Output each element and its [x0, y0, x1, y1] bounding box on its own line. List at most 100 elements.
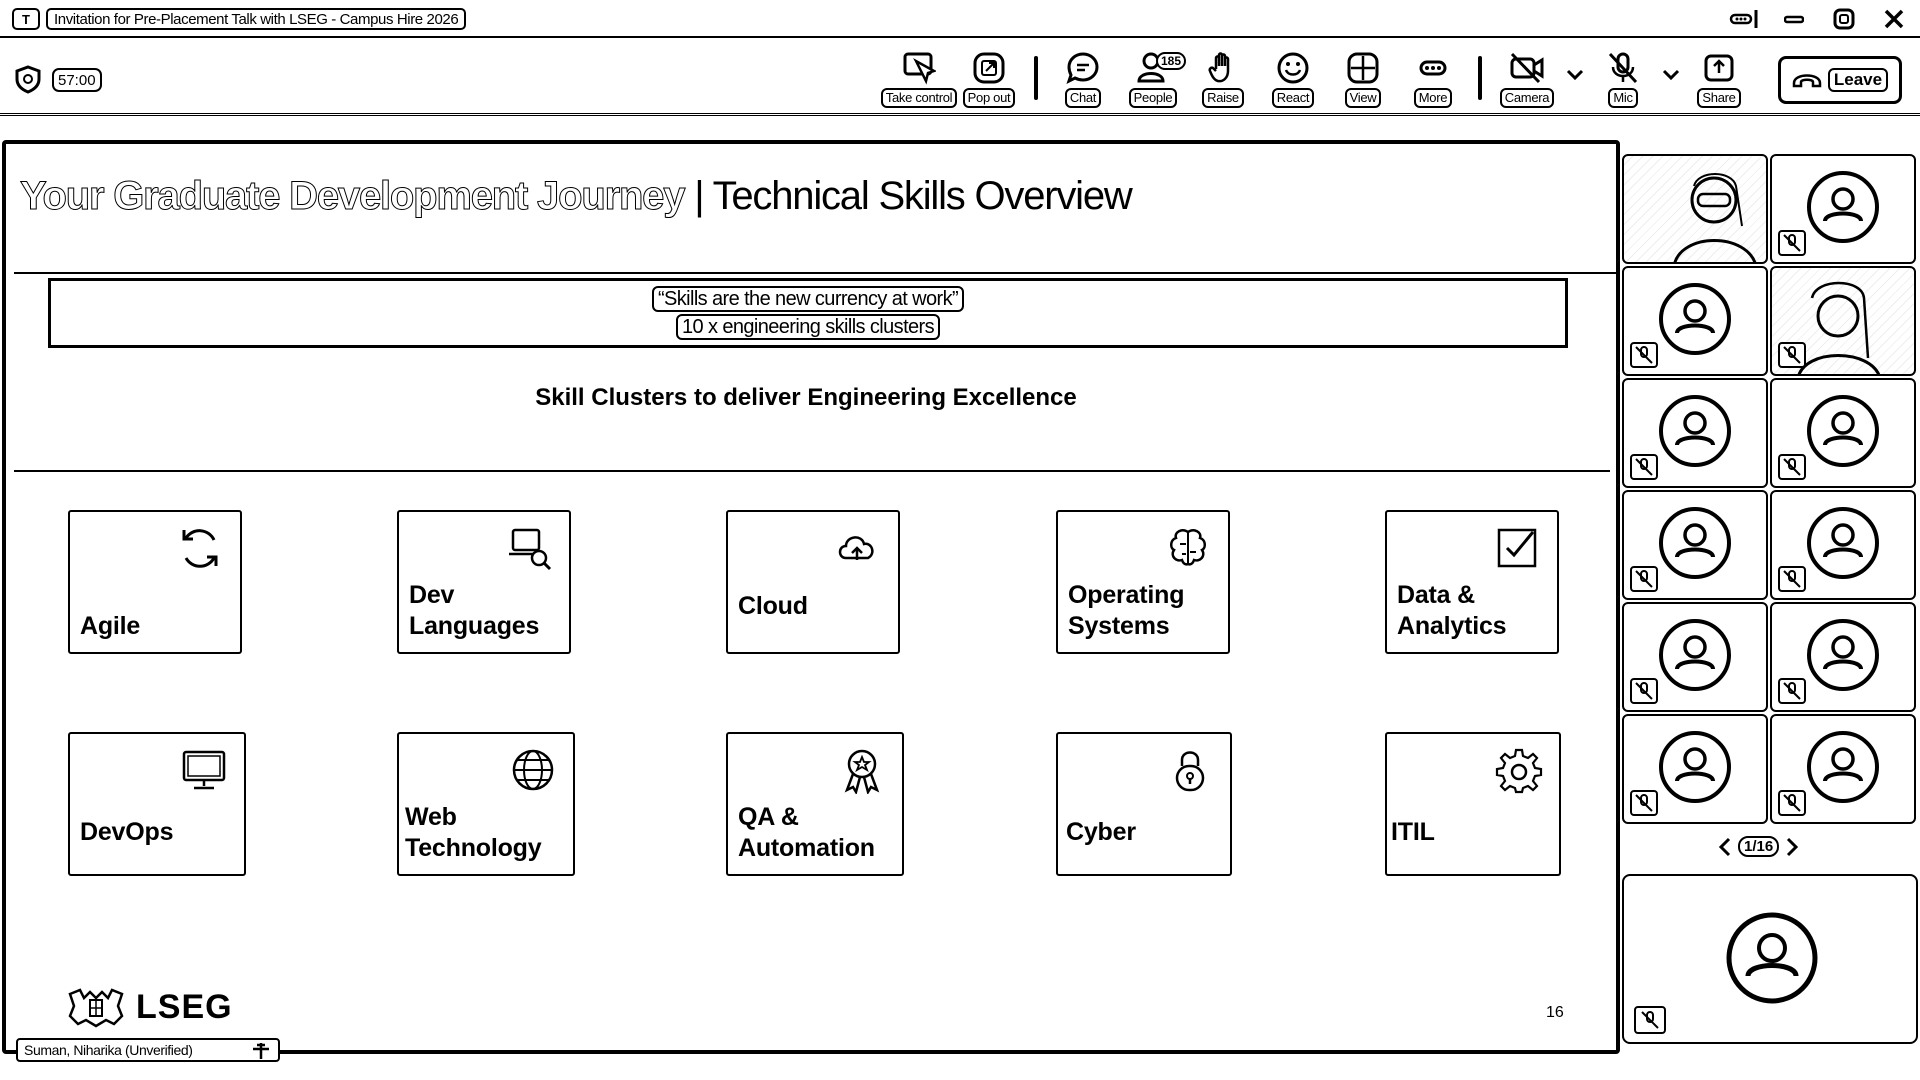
gear-icon	[1495, 746, 1543, 794]
react-icon	[1275, 50, 1311, 86]
skill-card-devops: DevOps	[68, 732, 246, 876]
camera-button[interactable]: Camera	[1492, 46, 1562, 112]
pop-out-button[interactable]: Pop out	[954, 46, 1024, 112]
slide-subheading: Skill Clusters to deliver Engineering Ex…	[535, 384, 1077, 411]
avatar-icon	[1807, 731, 1879, 803]
camera-options-chevron-icon[interactable]	[1562, 46, 1588, 112]
take-control-icon	[901, 50, 937, 86]
avatar-icon	[1807, 507, 1879, 579]
participant-tile[interactable]	[1622, 714, 1768, 824]
avatar-icon	[1659, 283, 1731, 355]
quote-line-2: 10 x engineering skills clusters	[675, 314, 941, 340]
pop-out-icon	[971, 50, 1007, 86]
avatar-icon	[1726, 912, 1818, 1004]
presenter-name-tag: Suman, Niharika (Unverified)	[16, 1038, 280, 1062]
gallery-pager: 1/16	[1718, 836, 1799, 857]
window-title: Invitation for Pre-Placement Talk with L…	[46, 8, 467, 30]
avatar-icon	[1659, 731, 1731, 803]
avatar-icon	[1659, 507, 1731, 579]
pin-icon[interactable]	[252, 1042, 270, 1060]
participant-video-icon	[1673, 173, 1756, 262]
mic-off-icon	[1778, 454, 1806, 480]
skill-card-cyber: Cyber	[1056, 732, 1232, 876]
more-button[interactable]: More	[1398, 46, 1468, 112]
laptop-search-icon	[505, 524, 553, 572]
globe-icon	[509, 746, 557, 794]
people-count-badge: 185	[1156, 52, 1187, 70]
leave-button[interactable]: Leave	[1778, 56, 1902, 104]
chat-button[interactable]: Chat	[1048, 46, 1118, 112]
avatar-icon	[1807, 171, 1879, 243]
take-control-button[interactable]: Take control	[880, 46, 958, 112]
more-icon	[1415, 50, 1451, 86]
participant-tile[interactable]	[1622, 602, 1768, 712]
close-button[interactable]	[1878, 4, 1910, 34]
mic-button[interactable]: Mic	[1588, 46, 1658, 112]
avatar-icon	[1659, 395, 1731, 467]
quote-line-1: “Skills are the new currency at work”	[651, 286, 965, 312]
people-button[interactable]: 185 People	[1118, 46, 1188, 112]
avatar-icon	[1807, 619, 1879, 691]
skill-card-qa-automation: QA & Automation	[726, 732, 904, 876]
slide-title: Your Graduate Development Journey | Tech…	[19, 174, 1132, 219]
mic-off-icon	[1778, 566, 1806, 592]
slide-page-number: 16	[1546, 1004, 1564, 1021]
mic-off-icon	[1630, 678, 1658, 704]
camera-off-icon	[1509, 50, 1545, 86]
participant-tile[interactable]	[1622, 378, 1768, 488]
participant-tile[interactable]	[1622, 266, 1768, 376]
view-icon	[1345, 50, 1381, 86]
self-view-tile[interactable]	[1622, 874, 1918, 1044]
hang-up-icon	[1792, 74, 1822, 88]
shield-icon	[14, 64, 42, 94]
quote-banner: “Skills are the new currency at work” 10…	[48, 278, 1568, 348]
cloud-upload-icon	[834, 524, 882, 572]
skill-card-web-technology: Web Technology	[397, 732, 575, 876]
participant-video-tile[interactable]	[1622, 154, 1768, 264]
minimize-button[interactable]	[1778, 4, 1810, 34]
mic-off-icon	[1630, 790, 1658, 816]
more-options-icon[interactable]	[1728, 4, 1760, 34]
mic-off-icon	[1778, 678, 1806, 704]
toolbar-divider	[1034, 56, 1038, 100]
raise-hand-button[interactable]: Raise	[1188, 46, 1258, 112]
chat-icon	[1065, 50, 1101, 86]
raise-hand-icon	[1205, 50, 1241, 86]
checkbox-icon	[1493, 524, 1541, 572]
chevron-left-icon[interactable]	[1718, 837, 1732, 857]
participant-tile[interactable]	[1770, 602, 1916, 712]
chevron-right-icon[interactable]	[1785, 837, 1799, 857]
brain-icon	[1164, 524, 1212, 572]
mic-off-icon	[1634, 1006, 1666, 1034]
participant-tile[interactable]	[1622, 490, 1768, 600]
share-button[interactable]: Share	[1684, 46, 1754, 112]
meeting-toolbar: 57:00 Take control Pop out Chat 185 Peop…	[0, 40, 1920, 116]
skill-card-dev-languages: Dev Languages	[397, 510, 571, 654]
share-icon	[1701, 50, 1737, 86]
divider	[14, 470, 1610, 472]
participant-tile[interactable]	[1770, 490, 1916, 600]
crest-icon	[68, 988, 124, 1028]
mic-off-icon	[1630, 342, 1658, 368]
participant-tile[interactable]	[1770, 378, 1916, 488]
skill-card-agile: Agile	[68, 510, 242, 654]
mic-off-icon	[1630, 454, 1658, 480]
avatar-icon	[1659, 619, 1731, 691]
participant-tile[interactable]	[1770, 154, 1916, 264]
maximize-button[interactable]	[1828, 4, 1860, 34]
meeting-timer: 57:00	[52, 68, 102, 92]
skill-card-cloud: Cloud	[726, 510, 900, 654]
avatar-icon	[1807, 395, 1879, 467]
participant-video-tile[interactable]	[1770, 266, 1916, 376]
skill-card-itil: ITIL	[1385, 732, 1561, 876]
mic-off-icon	[1605, 50, 1641, 86]
skill-card-operating-systems: Operating Systems	[1056, 510, 1230, 654]
mic-off-icon	[1630, 566, 1658, 592]
teams-icon: T	[12, 8, 40, 30]
mic-off-icon	[1778, 790, 1806, 816]
participant-tile[interactable]	[1770, 714, 1916, 824]
react-button[interactable]: React	[1258, 46, 1328, 112]
mic-options-chevron-icon[interactable]	[1658, 46, 1684, 112]
lseg-logo: LSEG	[66, 986, 233, 1028]
view-button[interactable]: View	[1328, 46, 1398, 112]
